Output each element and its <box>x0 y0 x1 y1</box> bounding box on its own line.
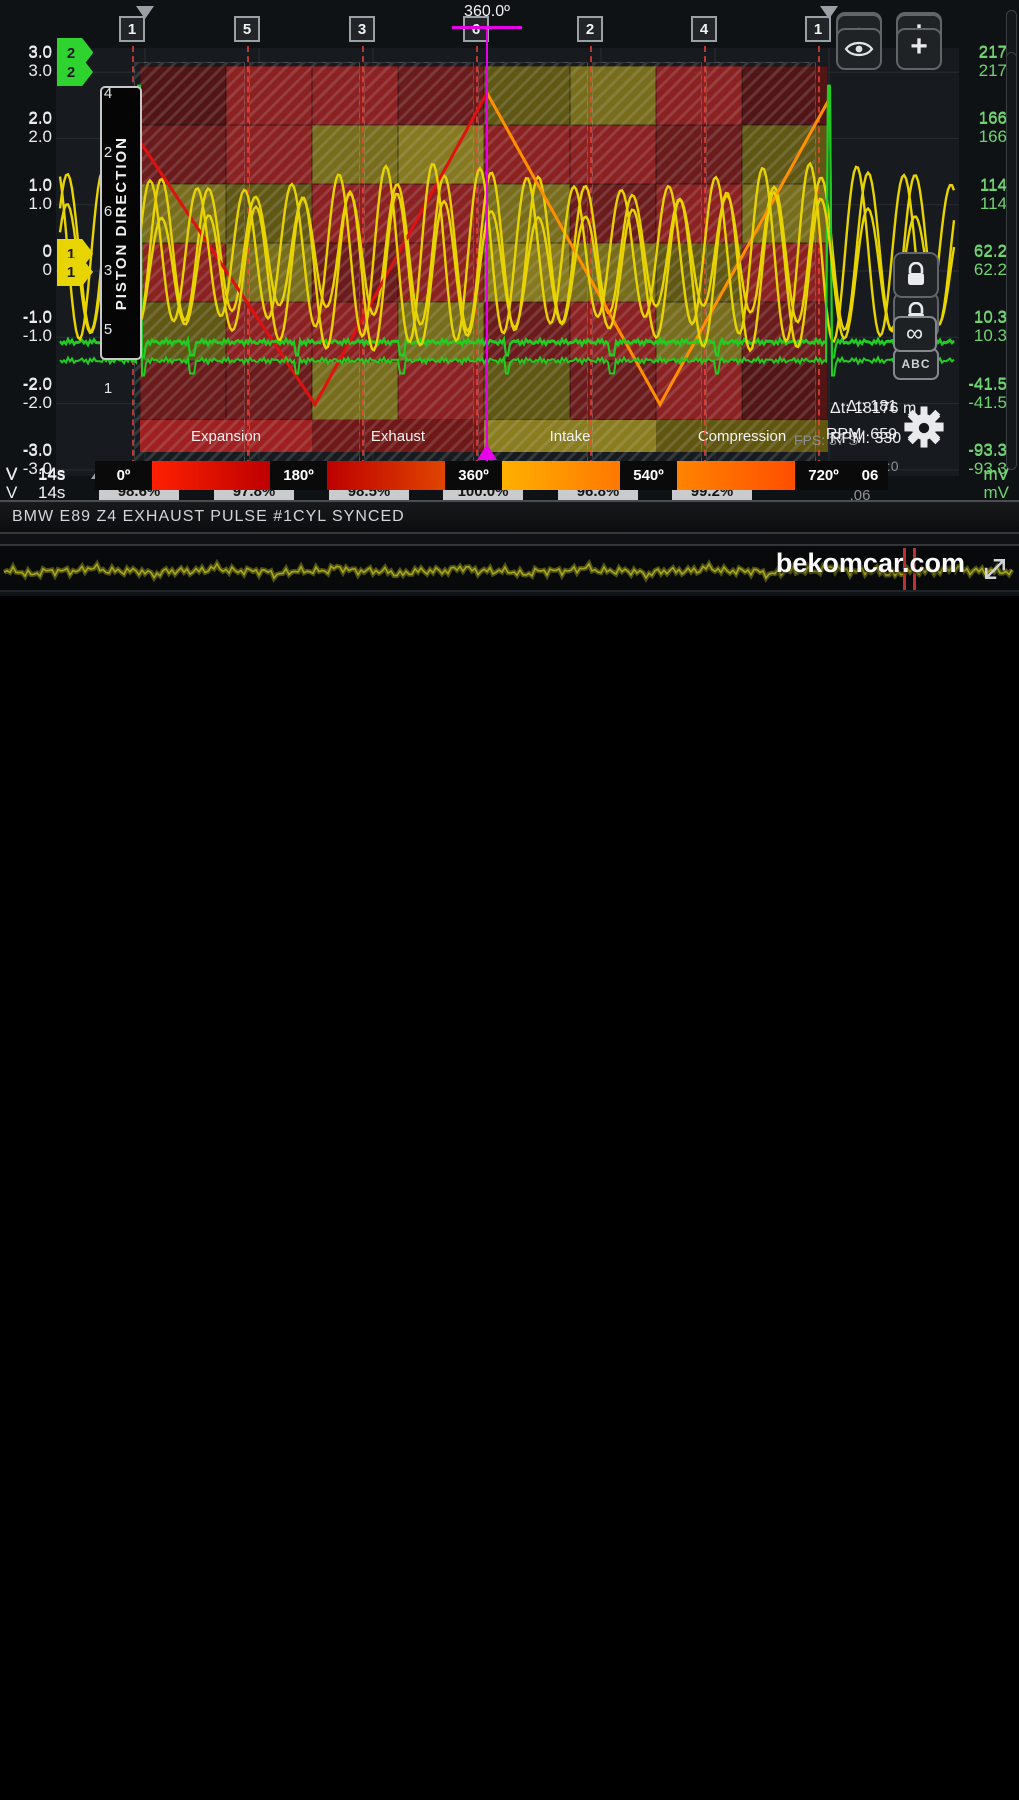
cylinder-tag[interactable]: 3 <box>349 16 375 42</box>
scope-panel-uniformity: 3.02.01.00-1.0-2.0-3.021716611462.210.3-… <box>0 0 1019 596</box>
overview-strip[interactable]: bekomcar.com <box>0 544 1019 592</box>
measurement-band <box>364 62 474 476</box>
cylinder-divider-line <box>362 46 364 476</box>
lock-icon <box>904 262 928 288</box>
crank-angle-scale: 0º 180º 360º 540º 720º <box>95 461 852 490</box>
piston-direction-label: PISTON DIRECTION <box>113 136 130 310</box>
eye-icon <box>844 37 874 61</box>
piston-direction-box: PISTON DIRECTION <box>100 86 142 360</box>
degree-chip-180: 180º <box>270 461 327 490</box>
degree-gradient-1 <box>152 461 270 490</box>
cylinder-divider-line <box>704 46 706 476</box>
degree-chip-360: 360º <box>445 461 502 490</box>
panel-title-bar: BMW E89 Z4 EXHAUST PULSE #1CYL SYNCED <box>0 500 1019 534</box>
delta-t-readout: Δt: 18176 m <box>830 400 916 418</box>
cylinder-tag[interactable]: 4 <box>691 16 717 42</box>
cylinder-divider-line <box>590 46 592 476</box>
measurement-band <box>478 62 588 476</box>
cylinder-divider-line <box>818 46 820 476</box>
crank-cursor-line[interactable] <box>486 26 488 462</box>
cylinder-tag[interactable]: 5 <box>234 16 260 42</box>
cylinder-divider-line <box>247 46 249 476</box>
cylinder-tag[interactable]: 1 <box>119 16 145 42</box>
abc-annotation-button[interactable]: ABC <box>893 348 939 380</box>
degree-gradient-3 <box>502 461 620 490</box>
add-plus-button[interactable]: + <box>896 28 942 70</box>
scope-app-window: PISTON DIRECTION 3.02.01.00-1.0-2.0-3.02… <box>0 0 1019 1800</box>
measurement-band <box>706 62 816 476</box>
visibility-eye-button[interactable] <box>836 28 882 70</box>
infinity-persistence-button[interactable]: ∞ <box>893 316 937 352</box>
expand-icon <box>980 554 1010 584</box>
infinity-icon: ∞ <box>906 322 924 346</box>
cylinder-tag[interactable]: 2 <box>577 16 603 42</box>
crank-cursor-value: 360.0º <box>441 3 533 21</box>
panel-title: BMW E89 Z4 EXHAUST PULSE #1CYL SYNCED <box>12 508 405 525</box>
degree-gradient-2 <box>327 461 445 490</box>
crank-cursor-triangle[interactable] <box>477 444 497 460</box>
plus-icon: + <box>910 32 928 62</box>
cylinder-tag[interactable]: 1 <box>805 16 831 42</box>
degree-chip-0: 0º <box>95 461 152 490</box>
sync-cursor-handle-left[interactable] <box>136 6 154 19</box>
time-label-after: 06 <box>852 461 888 490</box>
rpm-readout: RPM: 330 <box>830 430 901 448</box>
abc-label: ABC <box>902 357 931 371</box>
sync-cursor-handle-right[interactable] <box>820 6 838 19</box>
expand-button[interactable] <box>977 551 1013 587</box>
degree-gradient-4 <box>677 461 795 490</box>
measurement-band <box>134 62 245 476</box>
measurement-band <box>592 62 702 476</box>
degree-chip-540: 540º <box>620 461 677 490</box>
cylinder-divider-line <box>476 46 478 476</box>
measurement-band <box>249 62 360 476</box>
lock-button[interactable] <box>893 252 939 298</box>
watermark: bekomcar.com <box>776 548 965 579</box>
degree-chip-720: 720º <box>795 461 852 490</box>
